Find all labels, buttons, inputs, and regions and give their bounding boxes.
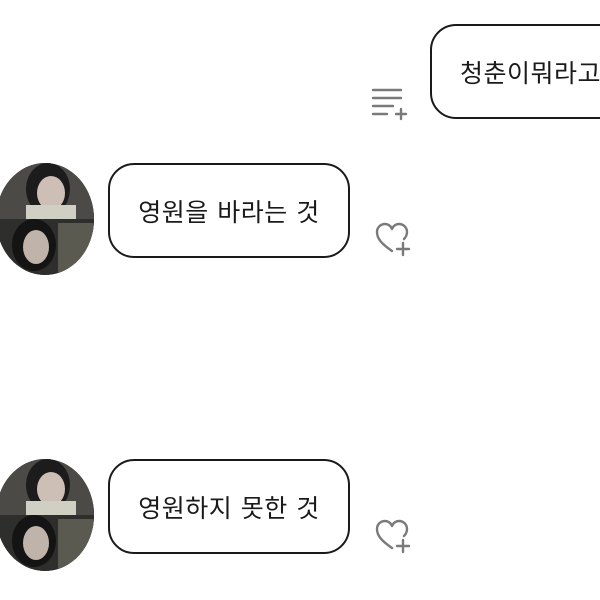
incoming-message-bubble[interactable]: 영원하지 못한 것 bbox=[108, 459, 350, 554]
message-text: 영원하지 못한 것 bbox=[138, 493, 320, 523]
heart-plus-icon[interactable] bbox=[372, 515, 416, 559]
message-text: 영원을 바라는 것 bbox=[138, 197, 320, 227]
message-text: 청춘이뭐라고 bbox=[460, 58, 600, 88]
avatar[interactable] bbox=[0, 163, 94, 275]
chat-screen: 청춘이뭐라고 영원을 바라는 것 영원하지 못한 것 bbox=[0, 0, 600, 600]
outgoing-message-bubble[interactable]: 청춘이뭐라고 bbox=[430, 24, 600, 119]
translate-icon[interactable] bbox=[366, 82, 410, 126]
avatar[interactable] bbox=[0, 459, 94, 571]
heart-plus-icon[interactable] bbox=[372, 218, 416, 262]
incoming-message-bubble[interactable]: 영원을 바라는 것 bbox=[108, 163, 350, 258]
